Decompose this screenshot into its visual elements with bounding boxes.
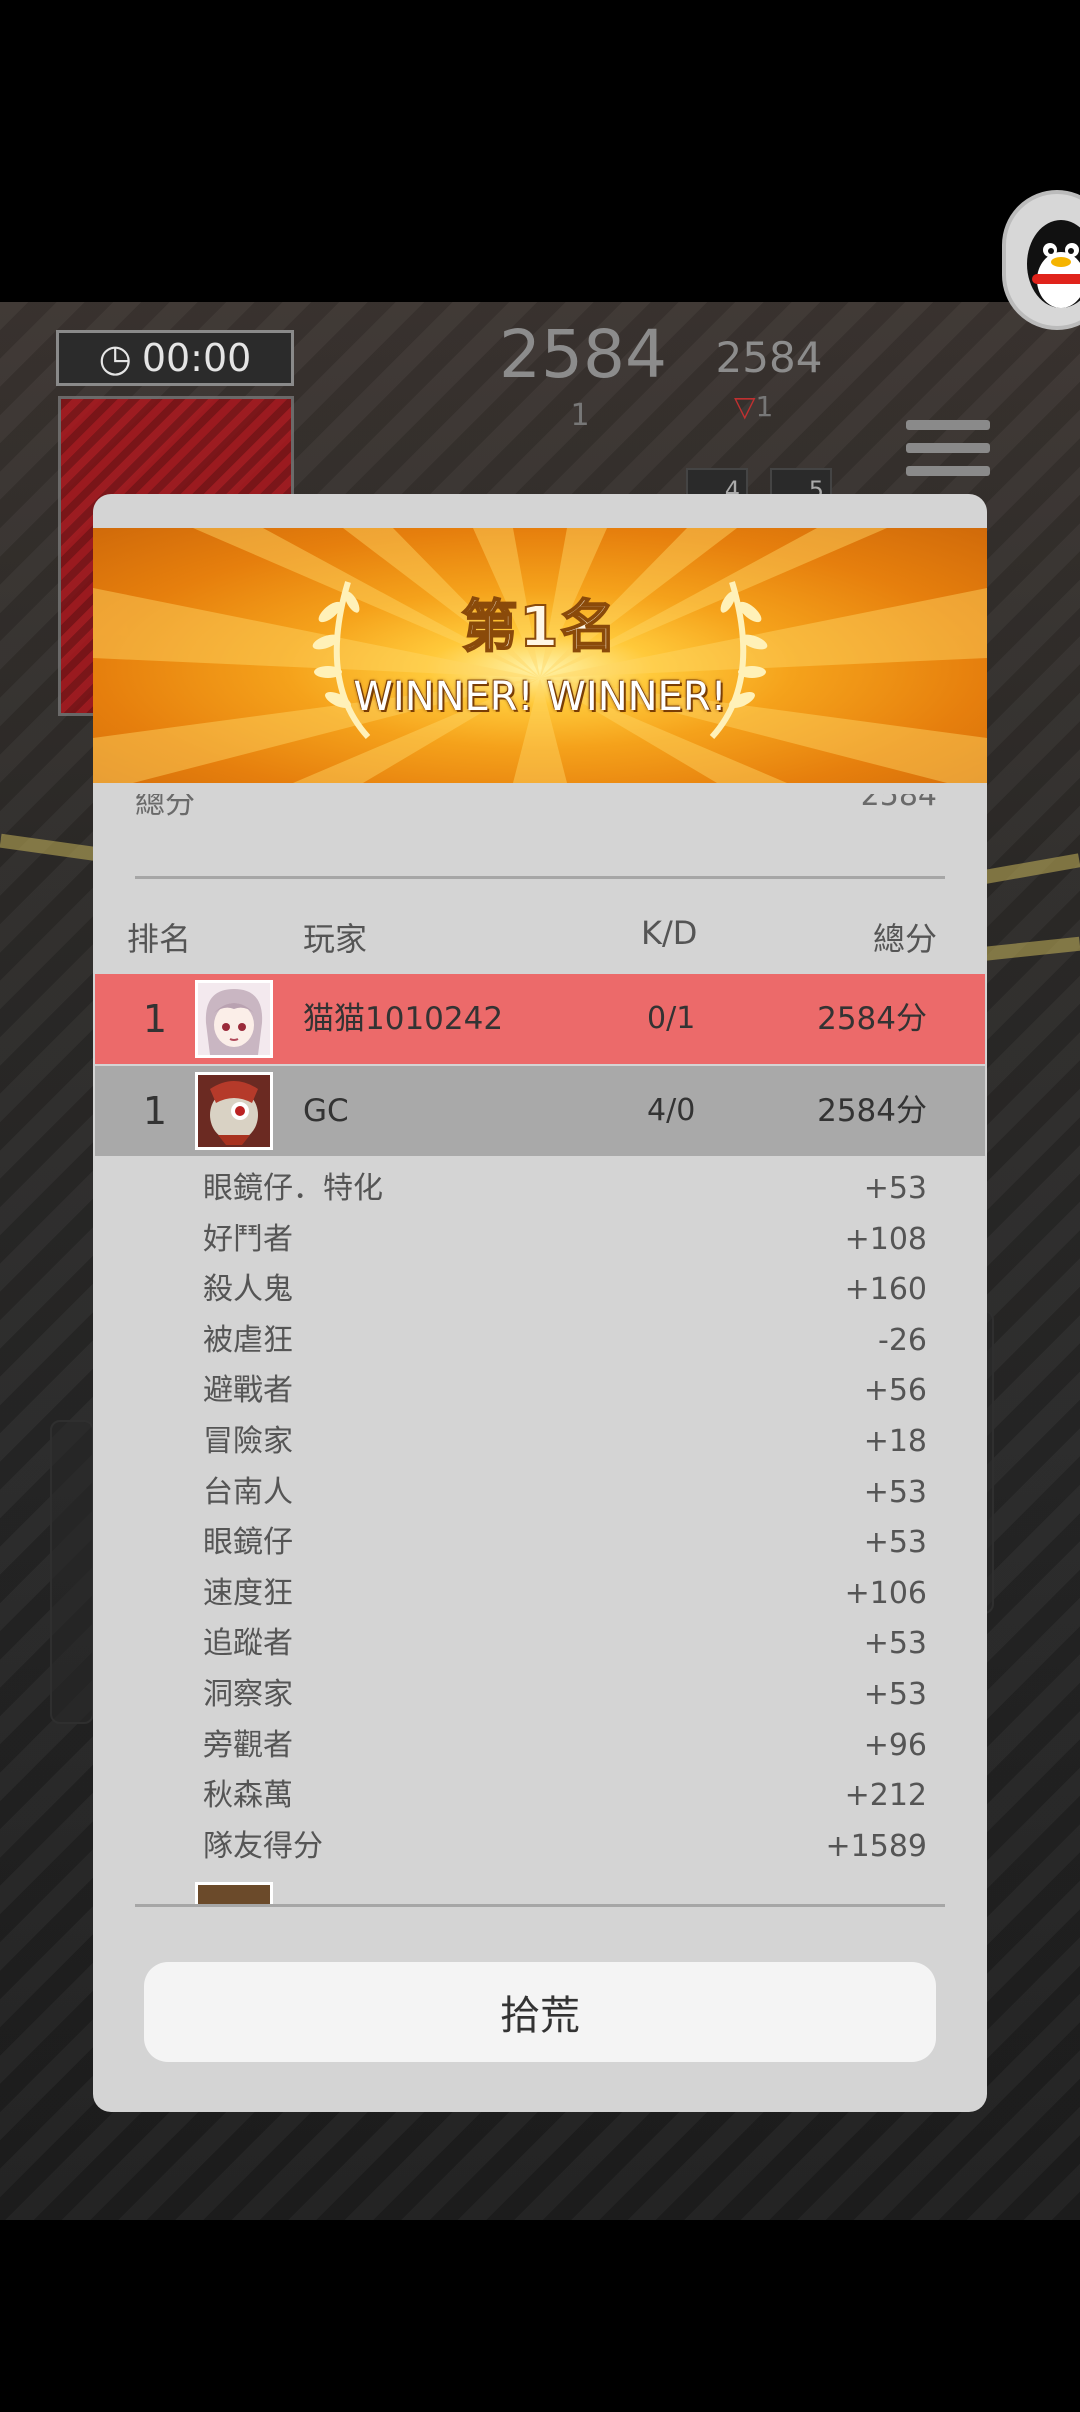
enemy-score: 2584 (715, 333, 823, 382)
header-kd: K/D (641, 914, 698, 952)
bonus-name: 殺人鬼 (203, 1272, 293, 1308)
bonus-name: 冒險家 (203, 1423, 293, 1459)
bonus-value: +212 (844, 1778, 927, 1814)
bonus-name: 被虐狂 (203, 1322, 293, 1358)
list-item: 洞察家 +53 (93, 1670, 987, 1721)
bonus-name: 秋森萬 (203, 1778, 293, 1814)
player-avatar (195, 980, 273, 1058)
bonus-list: 眼鏡仔．特化 +53 好鬥者 +108 殺人鬼 +160 被虐狂 -26 避戰者 +56 … (93, 1164, 987, 1872)
bonus-name: 避戰者 (203, 1373, 293, 1409)
timer-text: 00:00 (141, 336, 252, 380)
bonus-name: 洞察家 (203, 1676, 293, 1712)
header-rank: 排名 (127, 920, 192, 958)
list-item: 被虐狂 -26 (93, 1316, 987, 1367)
team-score: 2584 (499, 316, 667, 393)
list-item: 殺人鬼 +160 (93, 1265, 987, 1316)
bonus-value: +53 (863, 1626, 927, 1662)
total-score-value: 2584 (860, 794, 937, 813)
total-score-cut-row: 總分 2584 (93, 794, 987, 830)
bonus-name: 好鬥者 (203, 1221, 293, 1257)
list-item: 追蹤者 +53 (93, 1619, 987, 1670)
winner-subtitle: WINNER! WINNER! (353, 674, 727, 720)
bonus-value: +53 (863, 1525, 927, 1561)
divider (135, 1904, 945, 1907)
player-row-teammate[interactable]: 1 GC 4/0 2584分 (95, 1066, 985, 1156)
menu-icon[interactable] (906, 420, 990, 476)
bonus-value: +1589 (825, 1828, 927, 1864)
list-item: 冒險家 +18 (93, 1417, 987, 1468)
list-item: 旁觀者 +96 (93, 1721, 987, 1772)
list-item: 眼鏡仔 +53 (93, 1518, 987, 1569)
list-item: 避戰者 +56 (93, 1366, 987, 1417)
player-avatar (195, 1072, 273, 1150)
team-score-sub: 1 (570, 398, 590, 433)
bonus-value: +53 (863, 1676, 927, 1712)
caution-tape (979, 936, 1080, 962)
result-modal: 第1名 WINNER! WINNER! 總分 2584 排名 玩家 K/D 總分… (93, 494, 987, 2112)
down-arrow-icon: ▽ (734, 390, 756, 423)
bonus-value: +53 (863, 1171, 927, 1206)
rank-title: 第1名 (461, 594, 619, 661)
caution-tape (979, 853, 1080, 885)
joystick-area (50, 1420, 94, 1724)
scavenge-button[interactable]: 拾荒 (144, 1962, 936, 2062)
list-item: 隊友得分 +1589 (93, 1822, 987, 1873)
enemy-score-sub: ▽1 (734, 390, 774, 423)
header-player: 玩家 (303, 920, 368, 958)
header-total: 總分 (872, 920, 937, 958)
bonus-value: +106 (844, 1575, 927, 1611)
qq-penguin-icon[interactable] (1002, 190, 1080, 330)
player-kd: 0/1 (647, 1001, 696, 1036)
player-total: 2584分 (817, 1093, 927, 1129)
bonus-value: +53 (863, 1474, 927, 1510)
winner-banner: 第1名 WINNER! WINNER! (93, 528, 987, 783)
bonus-value: +18 (863, 1423, 927, 1459)
next-player-avatar (195, 1882, 273, 1904)
list-item: 眼鏡仔．特化 +53 (93, 1164, 987, 1215)
player-kd: 4/0 (647, 1093, 696, 1128)
player-total: 2584分 (817, 1001, 927, 1037)
bonus-name: 台南人 (203, 1474, 293, 1510)
list-item: 台南人 +53 (93, 1468, 987, 1519)
bonus-value: -26 (878, 1322, 927, 1358)
bonus-name: 旁觀者 (203, 1727, 293, 1763)
divider (135, 876, 945, 879)
player-rank: 1 (142, 997, 168, 1041)
player-rank: 1 (142, 1089, 168, 1133)
bonus-name: 眼鏡仔．特化 (203, 1171, 383, 1206)
player-name: 猫猫1010242 (303, 1001, 504, 1037)
bonus-value: +108 (844, 1221, 927, 1257)
list-item: 秋森萬 +212 (93, 1771, 987, 1822)
list-item: 速度狂 +106 (93, 1569, 987, 1620)
list-item: 好鬥者 +108 (93, 1215, 987, 1266)
bonus-value: +56 (863, 1373, 927, 1409)
game-timer: ◷ 00:00 (56, 330, 294, 386)
bonus-value: +96 (863, 1727, 927, 1763)
bonus-name: 追蹤者 (203, 1626, 293, 1662)
bonus-value: +160 (844, 1272, 927, 1308)
total-score-label: 總分 (135, 794, 195, 821)
bonus-name: 隊友得分 (203, 1828, 323, 1864)
clock-icon: ◷ (98, 336, 132, 380)
bonus-name: 速度狂 (203, 1575, 293, 1611)
player-row-self[interactable]: 1 猫猫1010242 0/1 2584分 (95, 974, 985, 1064)
bonus-name: 眼鏡仔 (203, 1525, 293, 1561)
player-name: GC (303, 1093, 349, 1129)
